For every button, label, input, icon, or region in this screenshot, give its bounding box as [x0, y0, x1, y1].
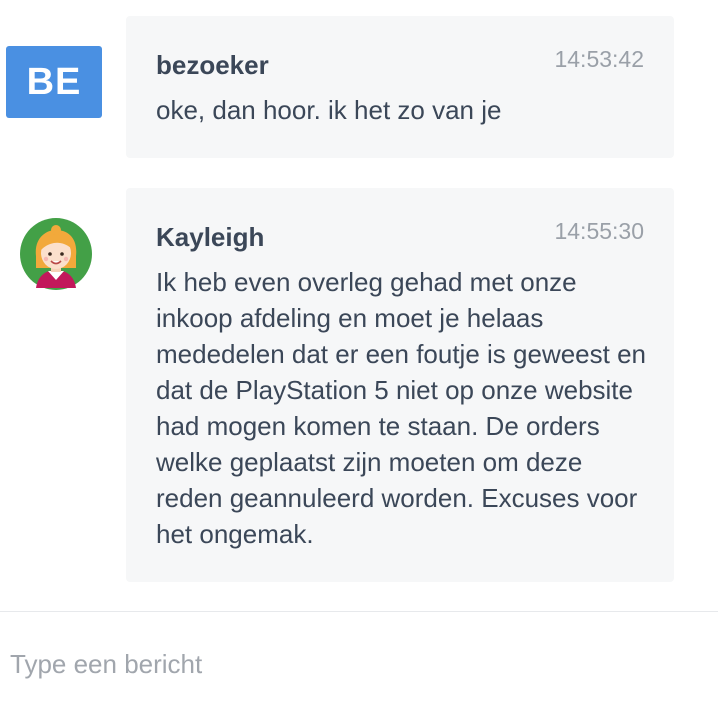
message-bubble-agent: Kayleigh 14:55:30 Ik heb even overleg ge… — [126, 188, 674, 582]
message-text: oke, dan hoor. ik het zo van je — [156, 95, 502, 125]
chat-window: BE bezoeker 14:53:42 oke, dan hoor. ik h… — [0, 0, 718, 724]
agent-avatar-icon — [20, 218, 92, 290]
message-timestamp: 14:53:42 — [554, 46, 644, 72]
message-text: Ik heb even overleg gehad met onze inkoo… — [156, 267, 647, 549]
message-bubble-visitor: bezoeker 14:53:42 oke, dan hoor. ik het … — [126, 16, 674, 158]
message-input[interactable] — [10, 644, 690, 684]
visitor-avatar-initials: BE — [26, 60, 82, 103]
message-composer — [0, 612, 718, 724]
message-timestamp: 14:55:30 — [554, 218, 644, 244]
message-sender: Kayleigh — [156, 222, 265, 252]
visitor-avatar: BE — [6, 46, 102, 118]
message-sender: bezoeker — [156, 50, 269, 80]
